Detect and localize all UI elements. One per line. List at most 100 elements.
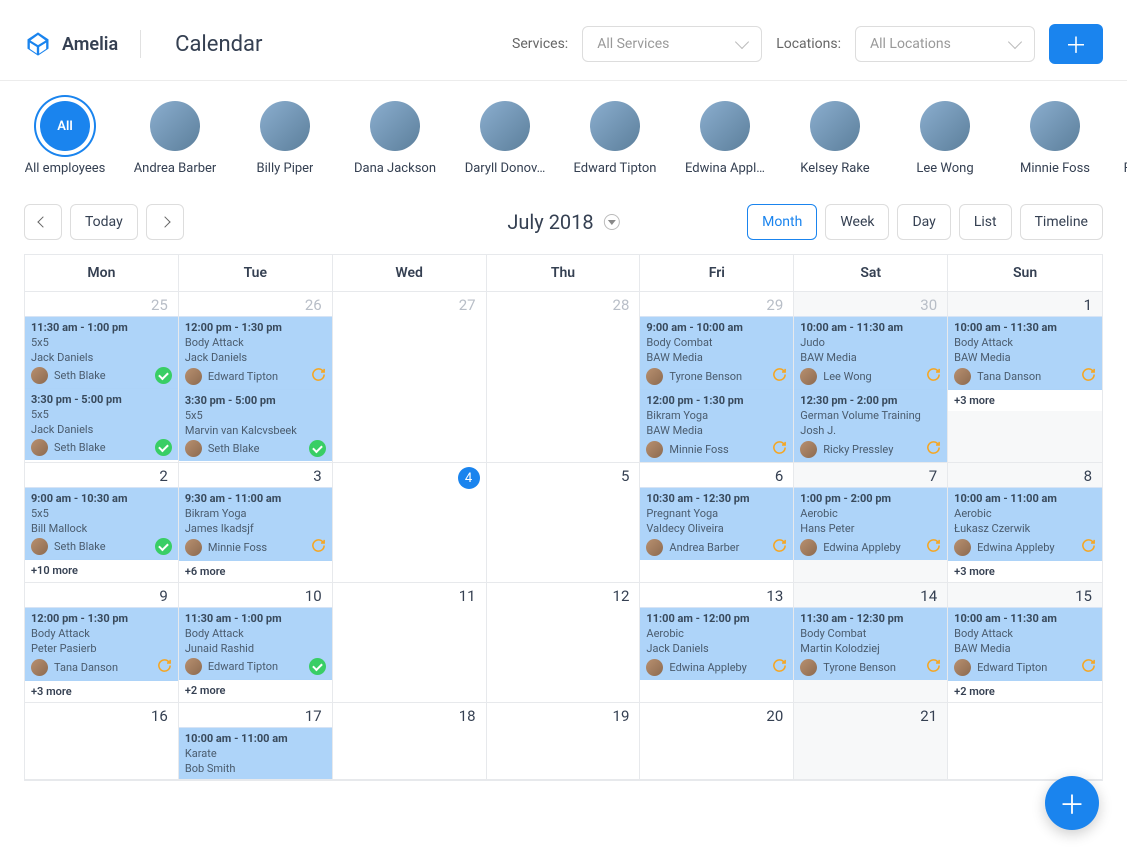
employee-filter[interactable]: Kelsey Rake	[794, 101, 876, 176]
calendar-event[interactable]: 10:00 am - 11:00 amKarateBob Smith	[179, 728, 332, 779]
calendar-event[interactable]: 12:00 pm - 1:30 pmBody AttackJack Daniel…	[179, 317, 332, 390]
calendar-cell[interactable]: 299:00 am - 10:00 amBody CombatBAW Media…	[640, 292, 794, 463]
employee-filter[interactable]: AllAll employees	[24, 101, 106, 176]
calendar-cell[interactable]	[948, 703, 1102, 780]
employee-filter[interactable]: Andrea Barber	[134, 101, 216, 176]
calendar-event[interactable]: 9:00 am - 10:00 amBody CombatBAW MediaTy…	[640, 317, 793, 390]
calendar-cell[interactable]: 810:00 am - 11:00 amAerobicŁukasz Czerwi…	[948, 463, 1102, 583]
event-time: 11:00 am - 12:00 pm	[646, 612, 787, 625]
month-selector[interactable]: July 2018	[507, 210, 619, 234]
more-events-link[interactable]: +2 more	[948, 681, 1102, 702]
calendar-event[interactable]: 10:00 am - 11:00 amAerobicŁukasz Czerwik…	[948, 488, 1102, 561]
calendar-cell[interactable]: 4	[333, 463, 487, 583]
view-switcher: MonthWeekDayListTimeline	[747, 204, 1103, 240]
calendar-cell[interactable]: 2612:00 pm - 1:30 pmBody AttackJack Dani…	[179, 292, 333, 463]
fab-add-button[interactable]: ＋	[1045, 776, 1099, 830]
employee-filter[interactable]: Minnie Foss	[1014, 101, 1096, 176]
event-subtitle: Łukasz Czerwik	[954, 522, 1096, 535]
calendar-event[interactable]: 10:00 am - 11:30 amBody AttackBAW MediaE…	[948, 608, 1102, 681]
calendar-event[interactable]: 11:30 am - 1:00 pmBody AttackJunaid Rash…	[179, 608, 332, 680]
services-select[interactable]: All Services	[582, 26, 762, 62]
employee-filter[interactable]: Daryll Donov…	[464, 101, 546, 176]
date-number: 3	[179, 463, 332, 487]
calendar-cell[interactable]: 16	[25, 703, 179, 780]
calendar-event[interactable]: 10:30 am - 12:30 pmPregnant YogaValdecy …	[640, 488, 793, 560]
calendar-cell[interactable]: 3010:00 am - 11:30 amJudoBAW MediaLee Wo…	[794, 292, 948, 463]
calendar-cell[interactable]: 39:30 am - 11:00 amBikram YogaJames Ikad…	[179, 463, 333, 583]
view-list[interactable]: List	[959, 204, 1012, 240]
calendar-cell[interactable]: 610:30 am - 12:30 pmPregnant YogaValdecy…	[640, 463, 794, 583]
calendar-event[interactable]: 3:30 pm - 5:00 pm5x5Marvin van Kalcvsbee…	[179, 390, 332, 461]
calendar-event[interactable]: 12:30 pm - 2:00 pmGerman Volume Training…	[794, 390, 947, 462]
calendar-event[interactable]: 9:30 am - 11:00 amBikram YogaJames Ikads…	[179, 488, 332, 561]
calendar-cell[interactable]: 21	[794, 703, 948, 780]
locations-select[interactable]: All Locations	[855, 26, 1035, 62]
refresh-icon	[772, 538, 787, 556]
month-label: July 2018	[507, 210, 593, 234]
calendar-cell[interactable]: 11	[333, 583, 487, 703]
more-events-link[interactable]: +3 more	[948, 390, 1102, 411]
calendar-cell[interactable]: 18	[333, 703, 487, 780]
employee-filter[interactable]: Lee Wong	[904, 101, 986, 176]
employee-filter[interactable]: Billy Piper	[244, 101, 326, 176]
view-timeline[interactable]: Timeline	[1020, 204, 1103, 240]
calendar-cell[interactable]: 1411:30 am - 12:30 pmBody CombatMartin K…	[794, 583, 948, 703]
calendar-event[interactable]: 12:00 pm - 1:30 pmBikram YogaBAW MediaMi…	[640, 390, 793, 462]
calendar-cell[interactable]: 110:00 am - 11:30 amBody AttackBAW Media…	[948, 292, 1102, 463]
event-subtitle: Bill Mallock	[31, 522, 172, 535]
refresh-icon	[772, 367, 787, 385]
more-events-link[interactable]: +3 more	[948, 561, 1102, 582]
event-time: 11:30 am - 12:30 pm	[800, 612, 941, 625]
prev-button[interactable]	[24, 204, 62, 240]
calendar-event[interactable]: 1:00 pm - 2:00 pmAerobicHans PeterEdwina…	[794, 488, 947, 560]
calendar-cell[interactable]: 29:00 am - 10:30 am5x5Bill MallockSeth B…	[25, 463, 179, 583]
next-button[interactable]	[146, 204, 184, 240]
calendar-event[interactable]: 10:00 am - 11:30 amJudoBAW MediaLee Wong	[794, 317, 947, 390]
calendar-cell[interactable]: 1510:00 am - 11:30 amBody AttackBAW Medi…	[948, 583, 1102, 703]
event-employee: Edwina Appleby	[977, 541, 1075, 554]
calendar-event[interactable]: 9:00 am - 10:30 am5x5Bill MallockSeth Bl…	[25, 488, 178, 560]
event-time: 10:00 am - 11:30 am	[800, 321, 941, 334]
calendar-cell[interactable]: 12	[487, 583, 641, 703]
today-label: Today	[85, 214, 123, 230]
calendar-event[interactable]: 11:00 am - 12:00 pmAerobicJack DanielsEd…	[640, 608, 793, 680]
calendar-event[interactable]: 12:00 pm - 1:30 pmBody AttackPeter Pasie…	[25, 608, 178, 681]
calendar-cell[interactable]: 19	[487, 703, 641, 780]
event-employee: Edward Tipton	[977, 661, 1075, 674]
calendar-event[interactable]: 11:30 am - 12:30 pmBody CombatMartin Kol…	[794, 608, 947, 680]
date-number: 14	[794, 583, 947, 607]
employee-filter[interactable]: Edward Tipton	[574, 101, 656, 176]
employee-avatar-icon	[954, 539, 971, 556]
calendar-cell[interactable]: 27	[333, 292, 487, 463]
view-week[interactable]: Week	[825, 204, 889, 240]
calendar-cell[interactable]: 5	[487, 463, 641, 583]
date-number: 9	[25, 583, 178, 607]
more-events-link[interactable]: +6 more	[179, 561, 332, 582]
calendar-cell[interactable]: 71:00 pm - 2:00 pmAerobicHans PeterEdwin…	[794, 463, 948, 583]
calendar-cell[interactable]: 1311:00 am - 12:00 pmAerobicJack Daniels…	[640, 583, 794, 703]
calendar-toolbar: Today July 2018 MonthWeekDayListTimeline	[0, 176, 1127, 254]
today-button[interactable]: Today	[70, 204, 138, 240]
event-employee: Ricky Pressley	[823, 443, 920, 456]
services-label: Services:	[512, 36, 568, 52]
calendar-cell[interactable]: 1710:00 am - 11:00 amKarateBob Smith	[179, 703, 333, 780]
calendar-cell[interactable]: 28	[487, 292, 641, 463]
calendar-event[interactable]: 10:00 am - 11:30 amBody AttackBAW MediaT…	[948, 317, 1102, 390]
calendar-cell[interactable]: 1011:30 am - 1:00 pmBody AttackJunaid Ra…	[179, 583, 333, 703]
calendar-event[interactable]: 11:30 am - 1:00 pm5x5Jack DanielsSeth Bl…	[25, 317, 178, 389]
refresh-icon	[926, 658, 941, 676]
view-day[interactable]: Day	[897, 204, 950, 240]
view-month[interactable]: Month	[747, 204, 817, 240]
calendar-cell[interactable]: 2511:30 am - 1:00 pm5x5Jack DanielsSeth …	[25, 292, 179, 463]
more-events-link[interactable]: +3 more	[25, 681, 178, 702]
event-employee: Edward Tipton	[208, 660, 303, 673]
employee-name: Edward Tipton	[574, 161, 657, 176]
more-events-link[interactable]: +10 more	[25, 560, 178, 581]
add-button[interactable]: ＋	[1049, 24, 1103, 64]
employee-filter[interactable]: Dana Jackson	[354, 101, 436, 176]
more-events-link[interactable]: +2 more	[179, 680, 332, 701]
calendar-cell[interactable]: 20	[640, 703, 794, 780]
calendar-event[interactable]: 3:30 pm - 5:00 pm5x5Jack DanielsSeth Bla…	[25, 389, 178, 460]
calendar-cell[interactable]: 912:00 pm - 1:30 pmBody AttackPeter Pasi…	[25, 583, 179, 703]
employee-filter[interactable]: Edwina Appl…	[684, 101, 766, 176]
